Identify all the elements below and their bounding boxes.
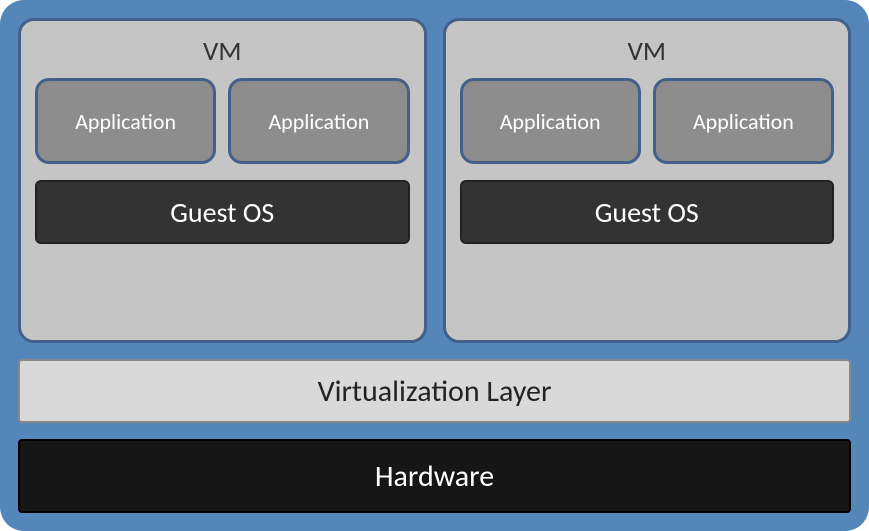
vm-box-2: VM Application Application Guest OS bbox=[443, 18, 852, 343]
application-box: Application bbox=[228, 78, 409, 164]
virtualization-layer-box: Virtualization Layer bbox=[18, 359, 851, 423]
app-row: Application Application bbox=[35, 78, 410, 164]
guest-os-box: Guest OS bbox=[460, 180, 835, 244]
vm-title: VM bbox=[35, 35, 410, 68]
guest-os-box: Guest OS bbox=[35, 180, 410, 244]
application-box: Application bbox=[653, 78, 834, 164]
vm-title: VM bbox=[460, 35, 835, 68]
vm-box-1: VM Application Application Guest OS bbox=[18, 18, 427, 343]
app-row: Application Application bbox=[460, 78, 835, 164]
application-box: Application bbox=[460, 78, 641, 164]
hardware-box: Hardware bbox=[18, 439, 851, 513]
diagram-frame: VM Application Application Guest OS VM A… bbox=[0, 0, 869, 531]
vm-row: VM Application Application Guest OS VM A… bbox=[18, 18, 851, 343]
application-box: Application bbox=[35, 78, 216, 164]
